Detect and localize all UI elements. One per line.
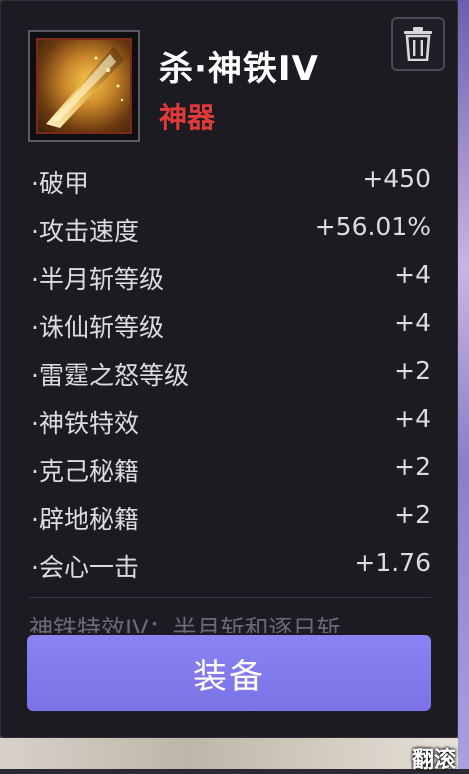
stat-label: ·辟地秘籍 (31, 505, 139, 534)
stat-list: ·破甲 +450 ·攻击速度 +56.01% ·半月斩等级 +4 ·诛仙斩等级 … (31, 158, 431, 590)
stat-label: ·克己秘籍 (31, 457, 139, 486)
stat-value: +4 (394, 260, 431, 289)
background-scene-edge (458, 0, 469, 769)
background-corner-text: 翻滚 (412, 748, 457, 773)
item-rarity: 神器 (159, 101, 216, 134)
stat-row: ·辟地秘籍 +2 (31, 494, 431, 542)
stat-value: +2 (394, 356, 431, 385)
stat-row: ·攻击速度 +56.01% (31, 206, 431, 254)
stat-label: ·会心一击 (31, 553, 139, 582)
stat-value: +4 (394, 404, 431, 433)
stat-row: ·雷霆之怒等级 +2 (31, 350, 431, 398)
divider (29, 597, 431, 598)
stat-value: +4 (394, 308, 431, 337)
stat-label: ·神铁特效 (31, 409, 139, 438)
stat-label: ·雷霆之怒等级 (31, 361, 189, 390)
stat-row: ·破甲 +450 (31, 158, 431, 206)
stat-value: +1.76 (354, 548, 431, 577)
stat-label: ·破甲 (31, 169, 89, 198)
item-description: 神铁特效IV：半月斩和逐日斩 (29, 615, 341, 633)
golden-blade-icon (36, 38, 132, 134)
stat-value: +56.01% (314, 212, 431, 241)
item-name: 杀·神铁IV (159, 49, 319, 89)
stat-row: ·神铁特效 +4 (31, 398, 431, 446)
background-scene-strip (0, 738, 469, 769)
stat-label: ·半月斩等级 (31, 265, 164, 294)
stat-row: ·半月斩等级 +4 (31, 254, 431, 302)
stat-row: ·诛仙斩等级 +4 (31, 302, 431, 350)
item-tooltip-panel: 杀·神铁IV 神器 ·破甲 +450 ·攻击速度 +56.01% ·半月斩等级 … (0, 0, 458, 738)
stat-row: ·会心一击 +1.76 (31, 542, 431, 590)
stat-value: +450 (362, 164, 431, 193)
trash-icon (404, 27, 432, 61)
stat-label: ·攻击速度 (31, 217, 139, 246)
stat-row: ·克己秘籍 +2 (31, 446, 431, 494)
stat-value: +2 (394, 500, 431, 529)
delete-button[interactable] (391, 17, 445, 71)
item-icon-frame (28, 30, 140, 142)
stat-value: +2 (394, 452, 431, 481)
stat-label: ·诛仙斩等级 (31, 313, 164, 342)
equip-button[interactable]: 装备 (27, 635, 431, 711)
